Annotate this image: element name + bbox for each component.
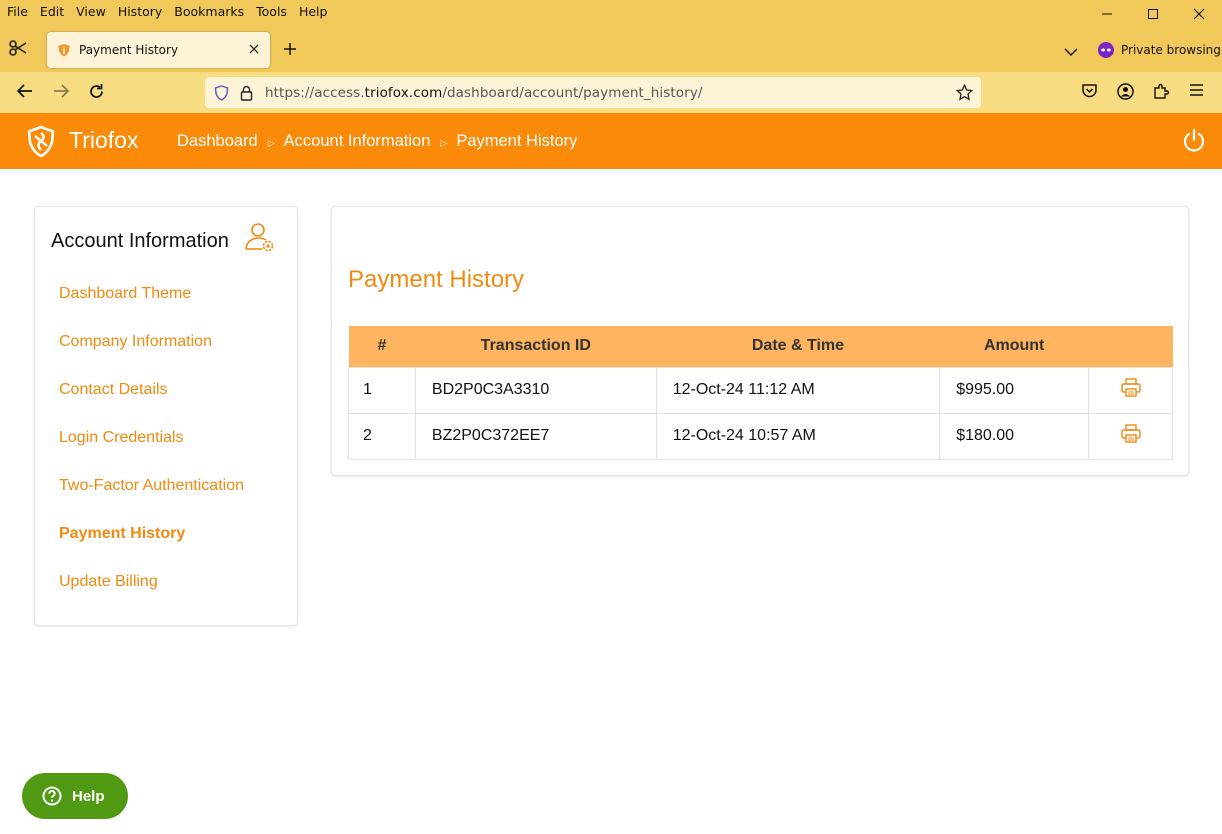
sidebar-item-two-factor-authentication[interactable]: Two-Factor Authentication <box>59 477 244 525</box>
sidebar-title: Account Information <box>51 230 229 252</box>
account-icon <box>1117 83 1134 100</box>
cell-print <box>1088 412 1173 460</box>
private-mask-icon <box>1098 42 1114 58</box>
scissors-icon <box>9 40 27 56</box>
menu-bookmarks[interactable]: Bookmarks <box>174 4 244 19</box>
breadcrumb-separator-icon: ▷ <box>267 138 275 148</box>
cell-number: 1 <box>348 366 416 414</box>
sidebar-item-contact-details[interactable]: Contact Details <box>59 381 244 429</box>
printer-icon[interactable] <box>1120 378 1141 397</box>
menu-file[interactable]: File <box>7 4 28 19</box>
account-sidebar: Account Information Dashboard Theme Comp… <box>34 206 298 626</box>
cell-print <box>1088 366 1173 414</box>
arrow-left-icon <box>16 84 32 98</box>
sidebar-item-update-billing[interactable]: Update Billing <box>59 573 244 621</box>
forward-button[interactable] <box>52 83 70 104</box>
app-menu-button[interactable] <box>1189 83 1204 102</box>
list-all-tabs-button[interactable] <box>1064 44 1078 62</box>
menu-edit[interactable]: Edit <box>40 4 64 19</box>
tab-close-icon[interactable] <box>248 43 260 55</box>
new-tab-button[interactable] <box>283 42 297 61</box>
breadcrumb-payment-history[interactable]: Payment History <box>456 132 577 151</box>
question-circle-icon <box>42 786 62 806</box>
column-header-number: # <box>377 337 387 355</box>
url-text: https://access.triofox.com/dashboard/acc… <box>265 84 703 101</box>
printer-icon[interactable] <box>1120 424 1141 443</box>
extensions-button[interactable] <box>1153 83 1170 105</box>
minimize-icon <box>1102 13 1112 15</box>
reload-icon <box>90 84 103 98</box>
breadcrumb-dashboard[interactable]: Dashboard <box>177 132 258 151</box>
sidebar-nav: Dashboard Theme Company Information Cont… <box>59 285 244 621</box>
help-label: Help <box>72 787 105 805</box>
breadcrumb-account-information[interactable]: Account Information <box>284 132 431 151</box>
payment-history-table: # Transaction ID Date & Time Amount 1 BD… <box>348 326 1173 460</box>
back-button[interactable] <box>16 83 34 104</box>
sidebar-item-login-credentials[interactable]: Login Credentials <box>59 429 244 477</box>
menu-view[interactable]: View <box>76 4 106 19</box>
sidebar-item-company-information[interactable]: Company Information <box>59 333 244 381</box>
extension-button[interactable] <box>8 40 30 61</box>
navigation-toolbar: https://access.triofox.com/dashboard/acc… <box>0 72 1222 113</box>
arrow-right-icon <box>54 84 70 98</box>
cell-date-time: 12-Oct-24 11:12 AM <box>655 366 941 414</box>
tab-bar: Payment History Private browsing <box>0 22 1222 72</box>
user-settings-icon <box>245 223 274 252</box>
breadcrumb: Dashboard ▷ Account Information ▷ Paymen… <box>177 132 577 151</box>
close-icon <box>1193 8 1205 20</box>
maximize-icon <box>1148 9 1158 19</box>
menu-bar: File Edit View History Bookmarks Tools H… <box>0 0 1222 22</box>
cell-number: 2 <box>348 412 416 460</box>
pocket-button[interactable] <box>1081 83 1098 104</box>
tab-title: Payment History <box>79 43 179 57</box>
table-header-row: # Transaction ID Date & Time Amount <box>348 326 1173 367</box>
bookmark-star-icon[interactable] <box>956 84 973 101</box>
chevron-down-icon <box>1064 48 1078 57</box>
page-title: Payment History <box>348 266 525 293</box>
app-header: Triofox Dashboard ▷ Account Information … <box>0 113 1222 169</box>
help-button[interactable]: Help <box>22 773 128 819</box>
cell-amount: $180.00 <box>939 412 1090 460</box>
table-row: 2 BZ2P0C372EE7 12-Oct-24 10:57 AM $180.0… <box>348 412 1173 460</box>
account-button[interactable] <box>1117 83 1134 105</box>
table-row: 1 BD2P0C3A3310 12-Oct-24 11:12 AM $995.0… <box>348 366 1173 414</box>
cell-date-time: 12-Oct-24 10:57 AM <box>655 412 941 460</box>
plus-icon <box>284 43 296 55</box>
payment-history-panel: Payment History # Transaction ID Date & … <box>331 206 1189 476</box>
menu-tools[interactable]: Tools <box>256 4 287 19</box>
hamburger-icon <box>1190 84 1203 96</box>
puzzle-icon <box>1154 83 1170 99</box>
column-header-actions <box>1089 326 1173 367</box>
column-header-date-time: Date & Time <box>751 337 845 355</box>
private-browsing-indicator: Private browsing <box>1098 42 1221 58</box>
sidebar-item-dashboard-theme[interactable]: Dashboard Theme <box>59 285 244 333</box>
reload-button[interactable] <box>88 83 105 105</box>
lock-icon <box>240 85 253 101</box>
power-icon[interactable] <box>1181 128 1207 154</box>
column-header-transaction-id: Transaction ID <box>480 337 591 355</box>
triofox-favicon-icon <box>58 44 70 57</box>
column-header-amount: Amount <box>983 337 1045 355</box>
address-bar[interactable]: https://access.triofox.com/dashboard/acc… <box>205 77 981 108</box>
breadcrumb-separator-icon: ▷ <box>440 138 448 148</box>
private-browsing-label: Private browsing <box>1121 43 1221 57</box>
cell-transaction-id: BD2P0C3A3310 <box>414 366 657 414</box>
menu-history[interactable]: History <box>118 4 162 19</box>
shield-icon <box>214 84 229 101</box>
menu-help[interactable]: Help <box>299 4 328 19</box>
cell-transaction-id: BZ2P0C372EE7 <box>414 412 657 460</box>
tab-payment-history[interactable]: Payment History <box>47 32 270 68</box>
sidebar-item-payment-history[interactable]: Payment History <box>59 525 244 573</box>
brand-name: Triofox <box>69 127 139 153</box>
cell-amount: $995.00 <box>939 366 1090 414</box>
pocket-icon <box>1082 84 1097 98</box>
triofox-logo-icon[interactable] <box>26 125 56 158</box>
